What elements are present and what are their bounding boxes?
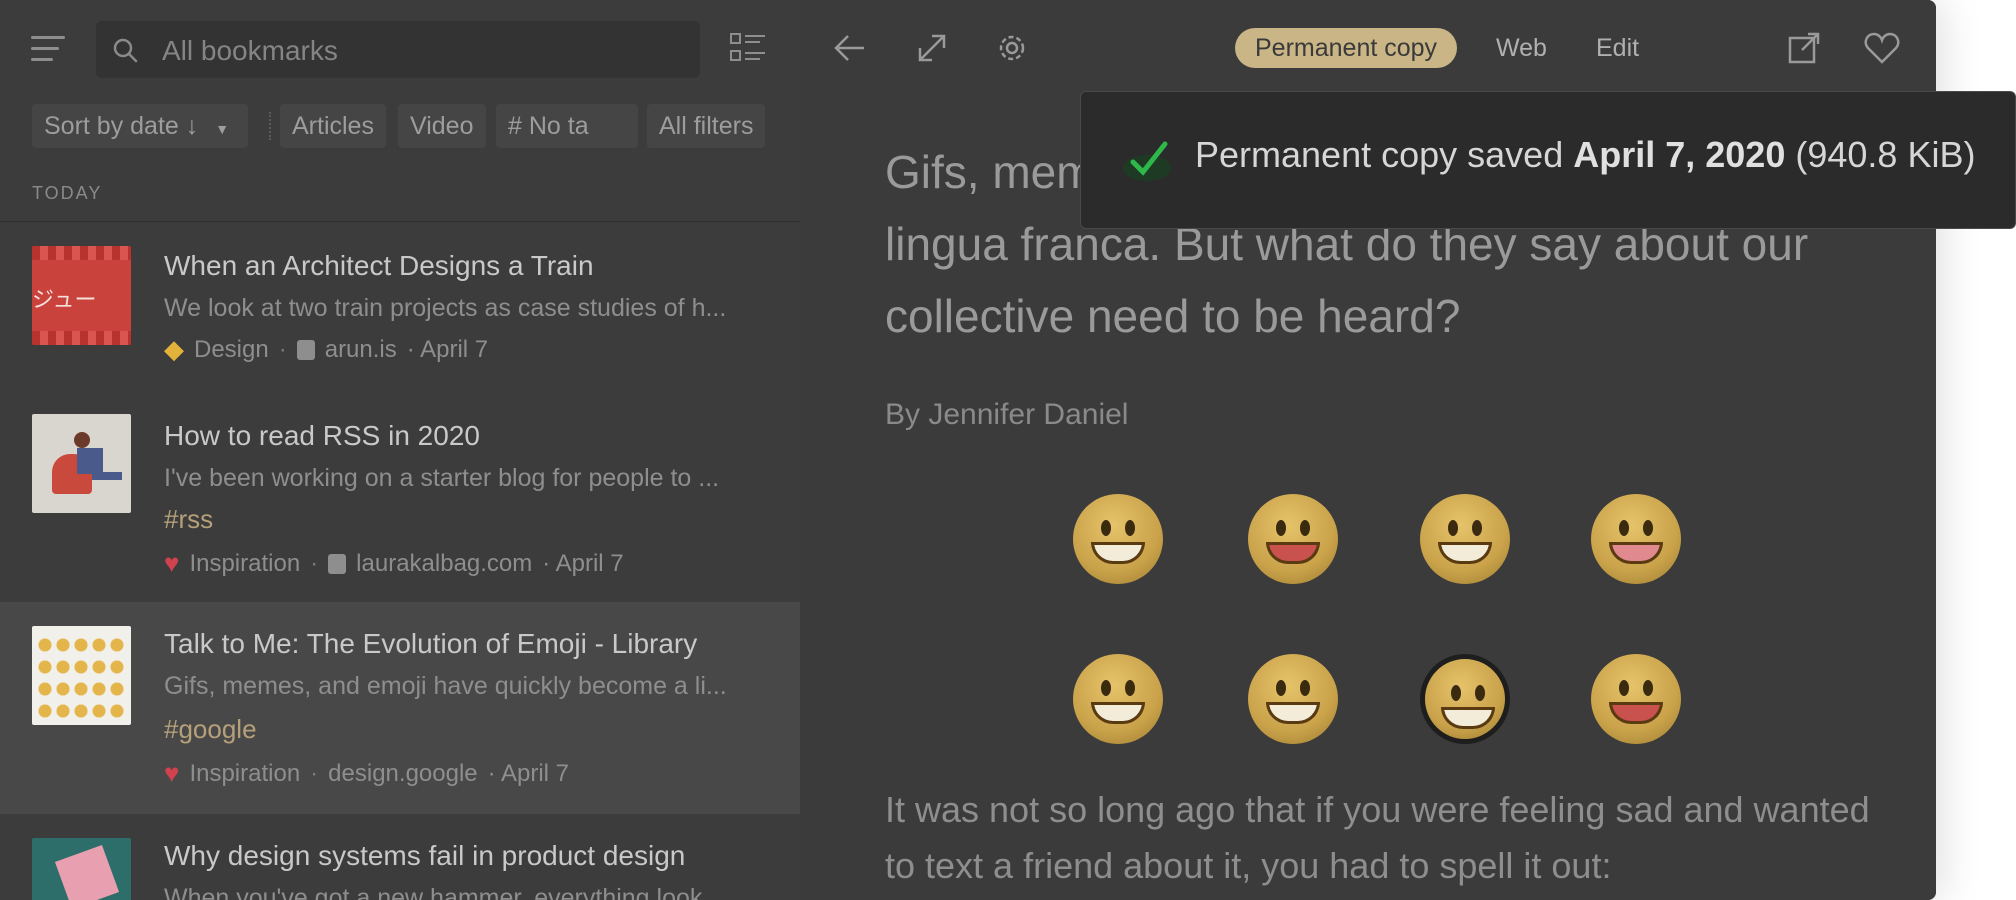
bookmark-excerpt: When you've got a new hammer, everything… [164,884,724,900]
emoji-grin-icon [1073,494,1163,584]
filter-video[interactable]: Video [398,104,486,148]
collection-name[interactable]: Inspiration [189,550,300,578]
emoji-outlined-icon [1420,654,1510,744]
article-type-icon [296,339,315,360]
collection-name[interactable]: Design [194,336,269,364]
bookmark-item[interactable]: Why design systems fail in product desig… [0,814,800,900]
check-icon [1123,141,1171,181]
bookmark-thumbnail: ジュー [32,246,131,345]
back-arrow-icon[interactable] [830,28,870,68]
emoji-grin-tongue-icon [1591,494,1681,584]
emoji-smile-icon [1420,494,1510,584]
search-icon [113,38,138,63]
collection-name[interactable]: Inspiration [189,760,300,788]
toast-message: Permanent copy saved April 7, 2020 (940.… [1195,134,1976,175]
bookmarks-sidebar: Sort by date ↓ ▼ Articles Video # No ta … [0,0,801,900]
bookmark-tag[interactable]: #rss [164,504,213,535]
bookmark-item-selected[interactable]: Talk to Me: The Evolution of Emoji - Lib… [0,602,800,814]
expand-icon[interactable] [912,28,952,68]
filter-articles[interactable]: Articles [280,104,386,148]
filter-divider [269,112,273,140]
sort-dropdown[interactable]: Sort by date ↓ ▼ [32,104,248,148]
heart-icon: ♥ [164,548,180,578]
bookmark-title[interactable]: Why design systems fail in product desig… [164,840,685,872]
toast-notification: Permanent copy saved April 7, 2020 (940.… [1080,91,2016,229]
search-input[interactable] [160,21,684,80]
bookmark-thumbnail [32,414,131,513]
heart-icon: ♥ [164,758,180,788]
section-label-today: TODAY [32,183,103,203]
view-mode-icon[interactable] [730,32,766,64]
filter-no-tags[interactable]: # No ta [496,104,638,148]
emoji-open-mouth-icon [1591,654,1681,744]
bookmark-domain: arun.is [324,335,397,363]
bookmark-tag[interactable]: #google [164,714,257,745]
gear-icon[interactable] [992,28,1032,68]
bookmark-excerpt: Gifs, memes, and emoji have quickly beco… [164,672,727,700]
emoji-teeth-icon [1248,654,1338,744]
emoji-beam-icon [1073,654,1163,744]
bookmark-excerpt: I've been working on a starter blog for … [164,464,720,492]
bookmark-date: · April 7 [542,549,624,577]
bookmark-date: · April 7 [406,335,489,363]
bookmark-item[interactable]: How to read RSS in 2020 I've been workin… [0,392,800,602]
bookmark-item[interactable]: ジュー When an Architect Designs a Train We… [0,222,800,392]
emoji-laugh-icon [1248,494,1338,584]
tab-web[interactable]: Web [1496,28,1547,68]
article-byline: By Jennifer Daniel [885,398,1129,431]
filter-bar: Sort by date ↓ ▼ Articles Video # No ta … [32,104,772,148]
article-body: It was not so long ago that if you were … [885,789,1870,886]
bookmark-domain: design.google [328,759,478,787]
bookmark-title[interactable]: When an Architect Designs a Train [164,250,594,282]
bookmark-domain: laurakalbag.com [356,549,533,577]
bookmark-meta: ♥ Inspiration · laurakalbag.com · April … [164,548,624,578]
bookmark-meta: ♥ Inspiration · design.google · April 7 [164,758,570,788]
bookmark-excerpt: We look at two train projects as case st… [164,294,727,322]
caret-down-icon: ▼ [215,121,230,137]
open-external-icon[interactable] [1784,28,1824,68]
bookmark-meta: ◆ Design · arun.is · April 7 [164,334,489,364]
bookmark-thumbnail [32,626,131,725]
article-type-icon [328,553,347,574]
tab-edit[interactable]: Edit [1596,28,1639,68]
tab-permanent-copy[interactable]: Permanent copy [1235,28,1458,68]
diamond-icon: ◆ [164,334,184,364]
search-box[interactable] [96,21,700,80]
menu-icon[interactable] [31,36,65,62]
heart-icon[interactable] [1862,28,1902,68]
all-filters-button[interactable]: All filters [647,104,766,148]
bookmark-title[interactable]: How to read RSS in 2020 [164,420,480,452]
bookmark-title[interactable]: Talk to Me: The Evolution of Emoji - Lib… [164,628,697,660]
bookmark-thumbnail [32,838,131,900]
bookmark-date: · April 7 [487,759,570,787]
